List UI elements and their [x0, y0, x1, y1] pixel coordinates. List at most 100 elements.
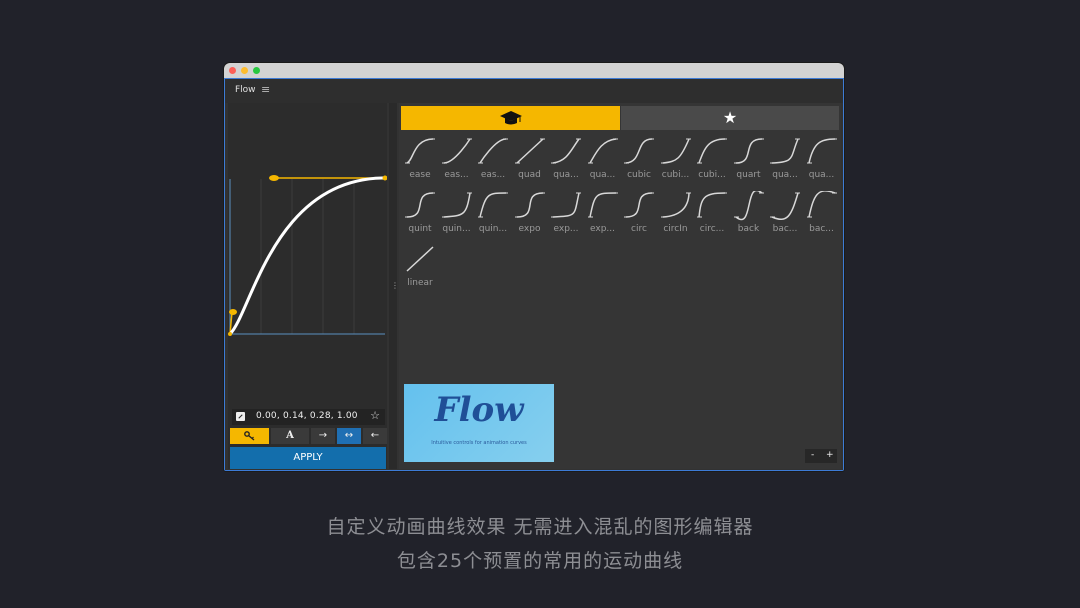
preset-bac-23[interactable]: bac... [804, 189, 840, 241]
preset-label: eas... [444, 170, 469, 180]
preset-exp-17[interactable]: exp... [585, 189, 621, 241]
preset-expo-15[interactable]: expo [512, 189, 548, 241]
preset-linear-24[interactable]: linear [402, 243, 438, 295]
flow-panel: Flow ≡ 0.00, 0.14, 0.28, 1.00 ☆ A → ↔ ← … [224, 78, 844, 471]
flow-logo-text: Flow [434, 390, 524, 430]
preset-curve-icon [770, 192, 800, 221]
panel-splitter[interactable]: ⋮ [389, 103, 399, 469]
preset-label: eas... [480, 170, 506, 180]
preset-label: expo [518, 224, 541, 234]
preset-qua-4[interactable]: qua... [548, 135, 584, 187]
key-icon [243, 431, 254, 441]
preset-label: quin... [442, 224, 471, 234]
preset-curve-icon [624, 192, 654, 218]
preset-cubi-8[interactable]: cubi... [694, 135, 730, 187]
preset-circin-19[interactable]: circIn [658, 189, 694, 241]
preset-curve-icon [806, 138, 837, 164]
preset-quad-3[interactable]: quad [512, 135, 548, 187]
tab-favorites[interactable]: ★ [621, 106, 839, 130]
preset-bac-22[interactable]: bac... [767, 189, 803, 241]
preset-label: quart [736, 170, 761, 180]
preset-curve-icon [514, 192, 545, 218]
preset-curve-icon [587, 192, 618, 218]
presets-column: ★ ease eas... eas... quad qua... qua... cubic c… [399, 103, 841, 469]
preset-label: circ [631, 224, 647, 234]
preset-circ-18[interactable]: circ [621, 189, 657, 241]
preset-curve-icon [697, 138, 727, 164]
panel-header: Flow ≡ [225, 79, 843, 103]
preset-label: qua... [589, 170, 616, 180]
preset-curve-icon [406, 246, 434, 272]
minimize-window-button[interactable] [241, 67, 248, 74]
preset-label: quin... [478, 224, 508, 234]
preset-label: qua... [772, 170, 798, 180]
preset-qua-5[interactable]: qua... [585, 135, 621, 187]
tab-presets[interactable] [401, 106, 620, 130]
preset-quin-13[interactable]: quin... [439, 189, 475, 241]
preset-cubic-6[interactable]: cubic [621, 135, 657, 187]
preset-label: circ... [699, 224, 725, 234]
preset-qua-11[interactable]: qua... [804, 135, 840, 187]
curve-graph-svg [228, 175, 388, 336]
preset-label: qua... [808, 170, 835, 180]
preset-curve-icon [441, 192, 472, 218]
preset-label: back [737, 224, 760, 234]
preset-curve-icon [697, 192, 727, 218]
arrow-left-button[interactable]: ← [363, 428, 387, 444]
zoom-out-button[interactable]: - [811, 450, 814, 460]
preset-back-21[interactable]: back [731, 189, 767, 241]
preset-curve-icon [660, 138, 691, 164]
arrow-right-button[interactable]: → [311, 428, 335, 444]
preset-curve-icon [478, 138, 508, 164]
hamburger-icon[interactable]: ≡ [261, 83, 270, 96]
maximize-window-button[interactable] [253, 67, 260, 74]
preset-quin-14[interactable]: quin... [475, 189, 511, 241]
preset-label: bac... [772, 224, 798, 234]
preset-label: circIn [663, 224, 688, 234]
preset-eas-2[interactable]: eas... [475, 135, 511, 187]
preset-curve-icon [514, 138, 545, 164]
preset-curve-icon [587, 138, 618, 164]
preset-curve-icon [405, 138, 435, 164]
preset-curve-icon [733, 138, 764, 164]
preset-label: qua... [553, 170, 579, 180]
flow-logo-card: Flow Intuitive controls for animation cu… [404, 384, 554, 462]
edit-icon[interactable] [236, 412, 245, 421]
apply-button[interactable]: APPLY [230, 447, 386, 469]
arrow-both-button[interactable]: ↔ [337, 428, 361, 444]
star-outline-icon[interactable]: ☆ [370, 409, 380, 422]
preset-label: quad [518, 170, 541, 180]
curve-start-point [228, 332, 232, 336]
star-icon: ★ [722, 108, 738, 127]
bezier-values[interactable]: 0.00, 0.14, 0.28, 1.00 [256, 411, 358, 421]
preset-eas-1[interactable]: eas... [439, 135, 475, 187]
preset-exp-16[interactable]: exp... [548, 189, 584, 241]
preset-curve-icon [624, 138, 654, 164]
preset-cubi-7[interactable]: cubi... [658, 135, 694, 187]
preset-label: ease [409, 170, 431, 180]
key-button[interactable] [230, 428, 269, 444]
text-tool-button[interactable]: A [271, 428, 309, 444]
zoom-in-button[interactable]: + [826, 450, 834, 460]
caption-line-1: 自定义动画曲线效果 无需进入混乱的图形编辑器 [326, 516, 754, 538]
preset-curve-icon [660, 192, 691, 218]
flow-logo-subtitle: Intuitive controls for animation curves [431, 440, 527, 446]
preset-curve-icon [551, 138, 581, 164]
preset-circ-20[interactable]: circ... [694, 189, 730, 241]
preset-label: exp... [589, 224, 615, 234]
curve-graph[interactable] [228, 103, 388, 406]
preset-curve-icon [551, 192, 581, 218]
close-window-button[interactable] [229, 67, 236, 74]
preset-label: bac... [809, 224, 834, 234]
end-handle [269, 175, 279, 181]
bezier-values-row: 0.00, 0.14, 0.28, 1.00 ☆ [232, 409, 385, 425]
preset-label: cubi... [698, 170, 726, 180]
preset-qua-10[interactable]: qua... [767, 135, 803, 187]
caption-line-2: 包含25个预置的常用的运动曲线 [396, 550, 684, 572]
flow-window: Flow ≡ 0.00, 0.14, 0.28, 1.00 ☆ A → ↔ ← … [224, 63, 844, 471]
curve-editor-column: 0.00, 0.14, 0.28, 1.00 ☆ A → ↔ ← APPLY [228, 103, 388, 469]
preset-quint-12[interactable]: quint [402, 189, 438, 241]
preset-curve-icon [478, 192, 508, 218]
preset-ease-0[interactable]: ease [402, 135, 438, 187]
preset-quart-9[interactable]: quart [731, 135, 767, 187]
